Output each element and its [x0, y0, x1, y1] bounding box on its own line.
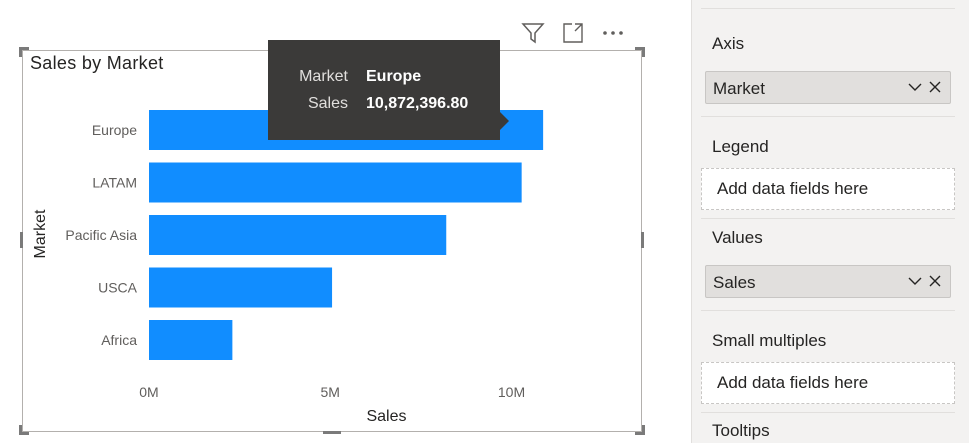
pane-divider — [701, 116, 955, 117]
category-label: Pacific Asia — [65, 227, 137, 243]
tooltip-value-sales: 10,872,396.80 — [366, 95, 469, 112]
legend-well-title: Legend — [712, 137, 769, 156]
y-axis-title: Market — [32, 209, 49, 258]
visual-header — [520, 18, 626, 48]
category-label: Africa — [101, 332, 137, 348]
bar-usca[interactable] — [149, 267, 333, 308]
category-label: LATAM — [92, 175, 137, 191]
bar-latam[interactable] — [149, 162, 522, 203]
small-multiples-placeholder: Add data fields here — [717, 373, 869, 392]
axis-well-title: Axis — [712, 34, 745, 53]
x-tick-label: 10M — [498, 384, 525, 400]
values-field-pill[interactable]: Sales — [705, 265, 951, 298]
small-multiples-well-title: Small multiples — [712, 331, 827, 350]
chevron-down-icon[interactable] — [908, 81, 922, 93]
canvas-gap — [645, 0, 691, 443]
resize-handle-bottom[interactable] — [323, 431, 341, 434]
chart-tooltip: Market Europe Sales 10,872,396.80 — [268, 40, 509, 140]
resize-handle-top-left-v[interactable] — [19, 47, 22, 57]
values-field-name: Sales — [713, 273, 756, 292]
tooltip-key-sales: Sales — [307, 95, 348, 112]
bar-pacific-asia[interactable] — [149, 215, 447, 255]
pane-divider — [701, 412, 955, 413]
tooltip-value-market: Europe — [366, 68, 422, 85]
tooltip-key-market: Market — [299, 68, 348, 85]
x-axis-title: Sales — [366, 408, 406, 425]
fields-pane: Axis Market Legend Add data fields here … — [691, 0, 969, 443]
tooltip-arrow — [500, 112, 509, 130]
axis-field-pill[interactable]: Market — [705, 71, 951, 104]
x-tick-label: 5M — [321, 384, 340, 400]
pane-divider — [701, 8, 955, 9]
category-label: USCA — [98, 280, 138, 296]
tooltips-well-title: Tooltips — [712, 421, 770, 440]
pane-divider — [701, 218, 955, 219]
legend-placeholder: Add data fields here — [717, 179, 869, 198]
chevron-down-icon[interactable] — [908, 275, 922, 287]
resize-handle-bottom-left-v[interactable] — [19, 425, 22, 435]
more-options-icon[interactable] — [600, 20, 626, 46]
legend-drop-zone[interactable]: Add data fields here — [701, 168, 955, 210]
filter-icon[interactable] — [520, 20, 546, 46]
report-canvas: Sales by Market Europe LATAM Pacific Asia U… — [0, 0, 645, 443]
close-icon[interactable] — [928, 274, 942, 288]
category-label: Europe — [92, 122, 137, 138]
x-tick-label: 0M — [139, 384, 158, 400]
small-multiples-drop-zone[interactable]: Add data fields here — [701, 362, 955, 404]
focus-mode-icon[interactable] — [560, 20, 586, 46]
close-icon[interactable] — [928, 80, 942, 94]
bar-africa[interactable] — [149, 320, 233, 360]
pane-divider — [701, 310, 955, 311]
resize-handle-right[interactable] — [641, 232, 644, 248]
axis-field-name: Market — [713, 79, 765, 98]
values-well-title: Values — [712, 228, 763, 247]
